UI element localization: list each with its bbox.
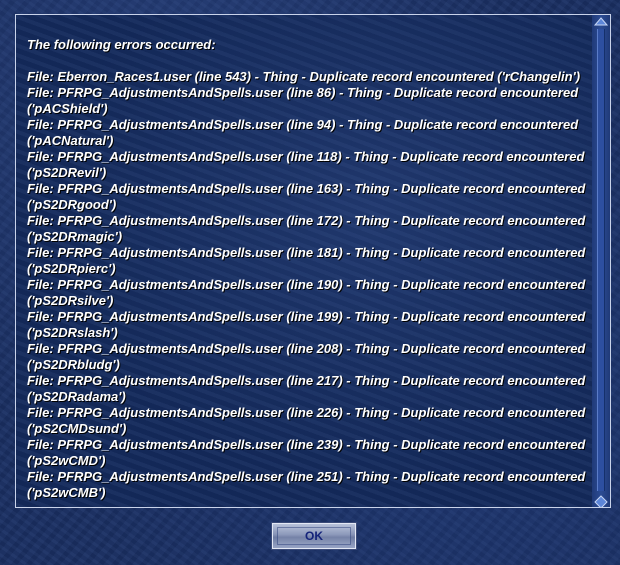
vertical-scrollbar[interactable]: [592, 15, 610, 507]
error-line: File: PFRPG_AdjustmentsAndSpells.user (l…: [27, 469, 586, 500]
error-line: File: PFRPG_AdjustmentsAndSpells.user (l…: [27, 309, 586, 340]
error-message-panel: The following errors occurred: File: Ebe…: [15, 14, 611, 508]
error-line: File: PFRPG_AdjustmentsAndSpells.user (l…: [27, 245, 586, 276]
error-line: File: PFRPG_AdjustmentsAndSpells.user (l…: [27, 181, 586, 212]
error-line: File: Eberron_Races1.user (line 543) - T…: [27, 69, 581, 84]
scroll-up-arrow-icon[interactable]: [593, 15, 609, 27]
error-line: File: PFRPG_AdjustmentsAndSpells.user (l…: [27, 277, 586, 308]
error-line: File: PFRPG_AdjustmentsAndSpells.user (l…: [27, 437, 586, 468]
error-line: File: PFRPG_AdjustmentsAndSpells.user (l…: [27, 341, 586, 372]
error-line: File: PFRPG_AdjustmentsAndSpells.user (l…: [27, 405, 586, 436]
ok-button-label: OK: [305, 529, 323, 543]
error-line: File: PFRPG_AdjustmentsAndSpells.user (l…: [27, 117, 579, 148]
scrollbar-track[interactable]: [597, 29, 605, 491]
error-dialog: The following errors occurred: File: Ebe…: [0, 0, 620, 565]
scroll-down-arrow-icon[interactable]: [594, 495, 608, 507]
ok-button[interactable]: OK: [271, 522, 357, 550]
error-heading: The following errors occurred:: [27, 37, 216, 52]
error-line: File: PFRPG_AdjustmentsAndSpells.user (l…: [27, 373, 586, 404]
error-line: File: PFRPG_AdjustmentsAndSpells.user (l…: [27, 213, 586, 244]
error-line: File: PFRPG_AdjustmentsAndSpells.user (l…: [27, 85, 579, 116]
error-line: File: PFRPG_AdjustmentsAndSpells.user (l…: [27, 149, 585, 180]
error-message-text: The following errors occurred: File: Ebe…: [27, 37, 593, 501]
